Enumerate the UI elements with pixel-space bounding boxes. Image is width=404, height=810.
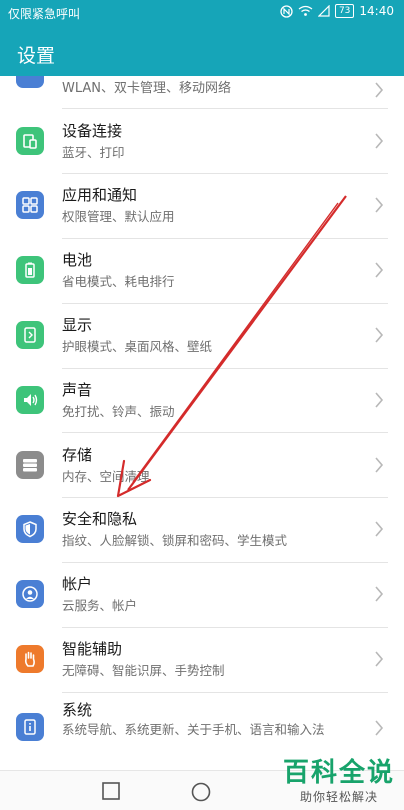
watermark-subtitle: 助你轻松解决	[299, 790, 378, 804]
watermark-logo: 百科全说 助你轻松解决	[280, 758, 398, 805]
watermark-title: 百科全说	[282, 758, 395, 788]
recent-apps-button[interactable]	[102, 782, 120, 800]
home-button[interactable]	[191, 782, 211, 802]
annotation-arrow	[116, 195, 347, 498]
